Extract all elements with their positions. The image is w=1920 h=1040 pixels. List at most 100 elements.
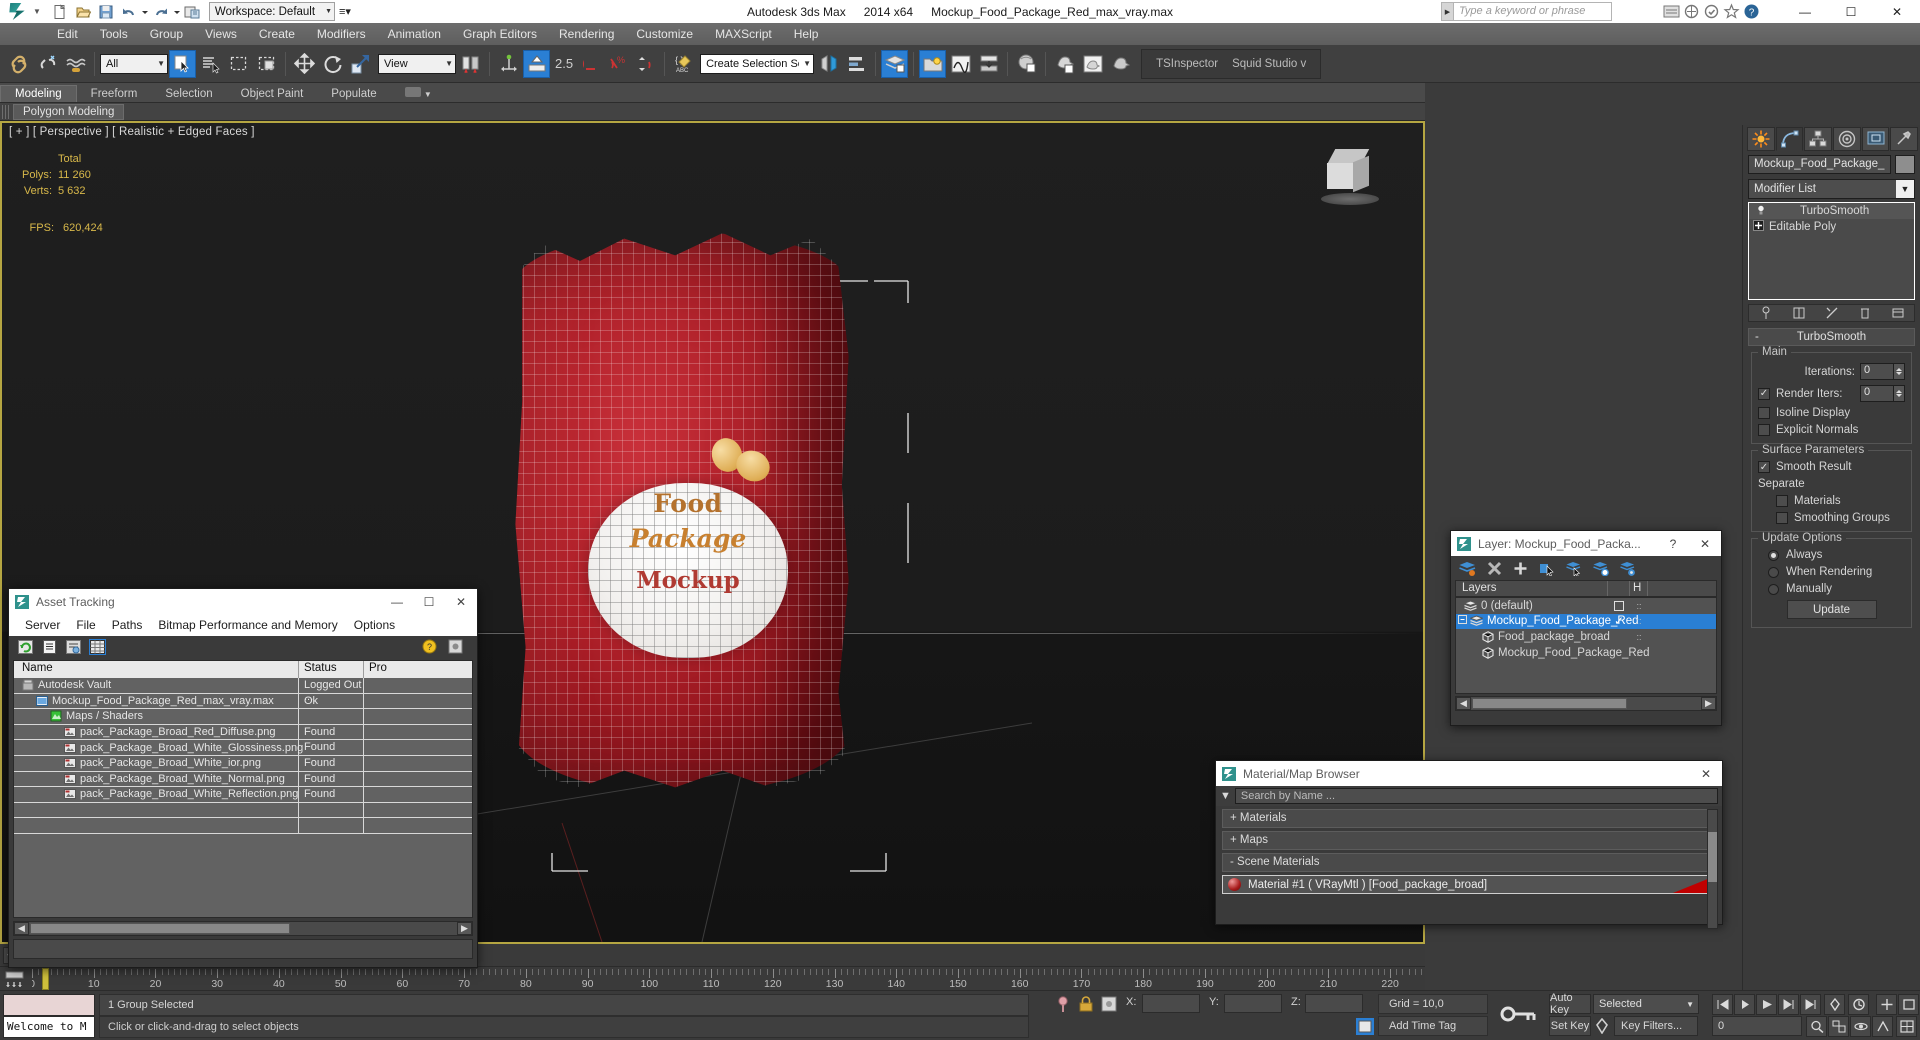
subscription-icon[interactable] [1703,3,1720,20]
play-animation-icon[interactable] [1756,994,1777,1015]
save-file-icon[interactable] [95,1,117,22]
spinner-snap-toggle-icon[interactable] [632,50,659,78]
workspace-selector[interactable]: Workspace: Default ▼ [208,2,335,21]
maps-section-header[interactable]: + Maps [1222,831,1716,850]
layer-hide-cell[interactable]: :: [1630,648,1648,658]
view-cube-front-face[interactable] [1327,163,1353,189]
add-selection-to-layer-icon[interactable] [1539,561,1555,576]
material-browser-title-bar[interactable]: Material/Map Browser ✕ [1216,761,1722,786]
rendered-frame-window-icon[interactable] [1079,50,1106,78]
layer-manager-window[interactable]: Layer: Mockup_Food_Packa... ? ✕ Layers H… [1450,530,1722,726]
search-input[interactable]: Type a keyword or phrase [1454,2,1612,21]
maximize-viewport-toggle-icon[interactable] [1896,1016,1917,1037]
layer-manager-close[interactable]: ✕ [1689,531,1721,556]
time-playhead[interactable] [42,968,49,990]
previous-frame-icon[interactable] [1734,994,1755,1015]
layer-hide-cell[interactable]: :: [1630,601,1648,611]
smooth-result-checkbox[interactable]: ✓ [1758,461,1770,473]
layer-manager-help[interactable]: ? [1657,531,1689,556]
remove-modifier-icon[interactable] [1858,306,1872,320]
frame-ruler[interactable]: 0 10 20 30 40 50 60 70 80 90 100 110 120 130 140 150 160… [32,967,1425,991]
hscroll-thumb[interactable] [30,923,290,934]
animation-frame-field[interactable]: 0 [1712,1016,1802,1036]
show-end-result-icon[interactable] [1792,306,1806,320]
y-coord-field[interactable] [1224,994,1282,1013]
curve-editor-icon[interactable] [947,50,974,78]
iterations-value[interactable]: 0 [1860,363,1894,380]
modifier-stack-item-editable-poly[interactable]: Editable Poly [1749,219,1914,235]
undo-dropdown-icon[interactable] [141,1,149,22]
food-package-3d-model[interactable]: Food Package Mockup [472,183,892,843]
layer-hide-cell[interactable]: :: [1630,616,1648,626]
polygon-modeling-tab[interactable]: Polygon Modeling [13,103,125,120]
material-browser-vscrollbar[interactable] [1707,809,1718,929]
asset-menu-server[interactable]: Server [17,616,68,634]
asset-tracking-title-bar[interactable]: Asset Tracking — ☐ ✕ [9,589,477,614]
hide-column-header[interactable]: H [1630,581,1648,596]
asset-row[interactable]: pack_Package_Broad_White_Reflection.png F… [14,787,472,803]
refresh-assets-icon[interactable] [17,639,34,655]
asset-row[interactable]: pack_Package_Broad_White_ior.png Found [14,755,472,772]
ribbon-grip-handle[interactable] [2,104,10,119]
open-mini-curve-editor-icon[interactable] [4,970,26,988]
zoom-icon[interactable] [1806,1016,1827,1037]
layer-current-checkbox[interactable] [1614,600,1624,611]
asset-row[interactable]: Autodesk Vault Logged Out ... [14,678,472,703]
menu-item-modifiers[interactable]: Modifiers [306,25,377,43]
schematic-view-icon[interactable] [975,50,1002,78]
percent-snap-toggle-icon[interactable]: % [604,50,631,78]
select-by-name-icon[interactable] [197,50,224,78]
material-search-input[interactable]: Search by Name ... [1234,788,1718,804]
x-coord-field[interactable] [1142,994,1200,1013]
exchange-icon[interactable] [1663,3,1680,20]
asset-row[interactable] [14,818,472,834]
named-selection-sets-combo[interactable]: Create Selection Se ▼ [700,53,815,74]
asset-row[interactable]: pack_Package_Broad_White_Glossiness.png F… [14,740,472,756]
select-and-move-icon[interactable] [291,50,318,78]
z-coord-field[interactable] [1305,994,1363,1013]
asset-row[interactable]: pack_Package_Broad_White_Normal.png Found [14,771,472,788]
asset-tracking-maximize[interactable]: ☐ [413,589,445,614]
redo-dropdown-icon[interactable] [173,1,181,22]
asset-settings-icon[interactable] [448,639,463,654]
utilities-tab[interactable] [1890,127,1919,151]
coordinate-display-toggle-icon[interactable] [1355,1017,1375,1036]
layer-manager-title-bar[interactable]: Layer: Mockup_Food_Packa... ? ✕ [1451,531,1721,556]
minimize-button[interactable]: — [1782,0,1828,23]
select-objects-in-layer-icon[interactable] [1566,561,1582,576]
layer-hscroll-right-arrow[interactable]: ▶ [1701,697,1716,710]
materials-section-header[interactable]: + Materials [1222,809,1716,828]
render-production-icon[interactable] [1107,50,1134,78]
menu-item-animation[interactable]: Animation [377,25,452,43]
column-pro[interactable]: Pro [364,661,472,678]
create-new-layer-icon[interactable] [1513,561,1528,576]
modify-tab[interactable] [1775,127,1804,151]
delete-layer-icon[interactable] [1487,561,1502,576]
create-tab[interactable] [1747,127,1775,151]
maximize-button[interactable]: ☐ [1828,0,1874,23]
scene-materials-section-header[interactable]: - Scene Materials [1222,853,1716,872]
material-map-browser-window[interactable]: Material/Map Browser ✕ ▼ Search by Name … [1215,760,1723,929]
render-iters-spinner[interactable]: 0 [1860,385,1905,402]
separate-materials-checkbox[interactable] [1776,495,1788,507]
set-project-folder-icon[interactable] [182,1,204,22]
select-and-link-icon[interactable] [6,50,33,78]
asset-menu-bitmap-performance-and-memory[interactable]: Bitmap Performance and Memory [150,616,345,634]
select-and-rotate-icon[interactable] [319,50,346,78]
update-manually-row[interactable]: Manually [1758,583,1905,595]
smooth-result-row[interactable]: ✓ Smooth Result [1758,461,1905,473]
menu-item-maxscript[interactable]: MAXScript [704,25,783,43]
app-logo-button[interactable] [2,1,32,23]
auto-key-button[interactable]: Auto Key [1549,992,1591,1016]
hscroll-right-arrow[interactable]: ▶ [457,922,472,935]
collapse-minus-icon[interactable] [1458,615,1467,627]
list-view-icon[interactable] [41,639,58,655]
layer-hscroll-left-arrow[interactable]: ◀ [1456,697,1471,710]
modifier-stack[interactable]: TurboSmooth Editable Poly [1748,202,1915,300]
menu-item-help[interactable]: Help [783,25,830,43]
layer-hscroll-thumb[interactable] [1472,698,1627,709]
help-icon[interactable]: ? [1743,3,1760,20]
app-menu-chevron-icon[interactable]: ▼ [33,7,41,16]
menu-item-edit[interactable]: Edit [46,25,89,43]
scene-material-item[interactable]: Material #1 ( VRayMtl ) [Food_package_br… [1222,875,1716,894]
